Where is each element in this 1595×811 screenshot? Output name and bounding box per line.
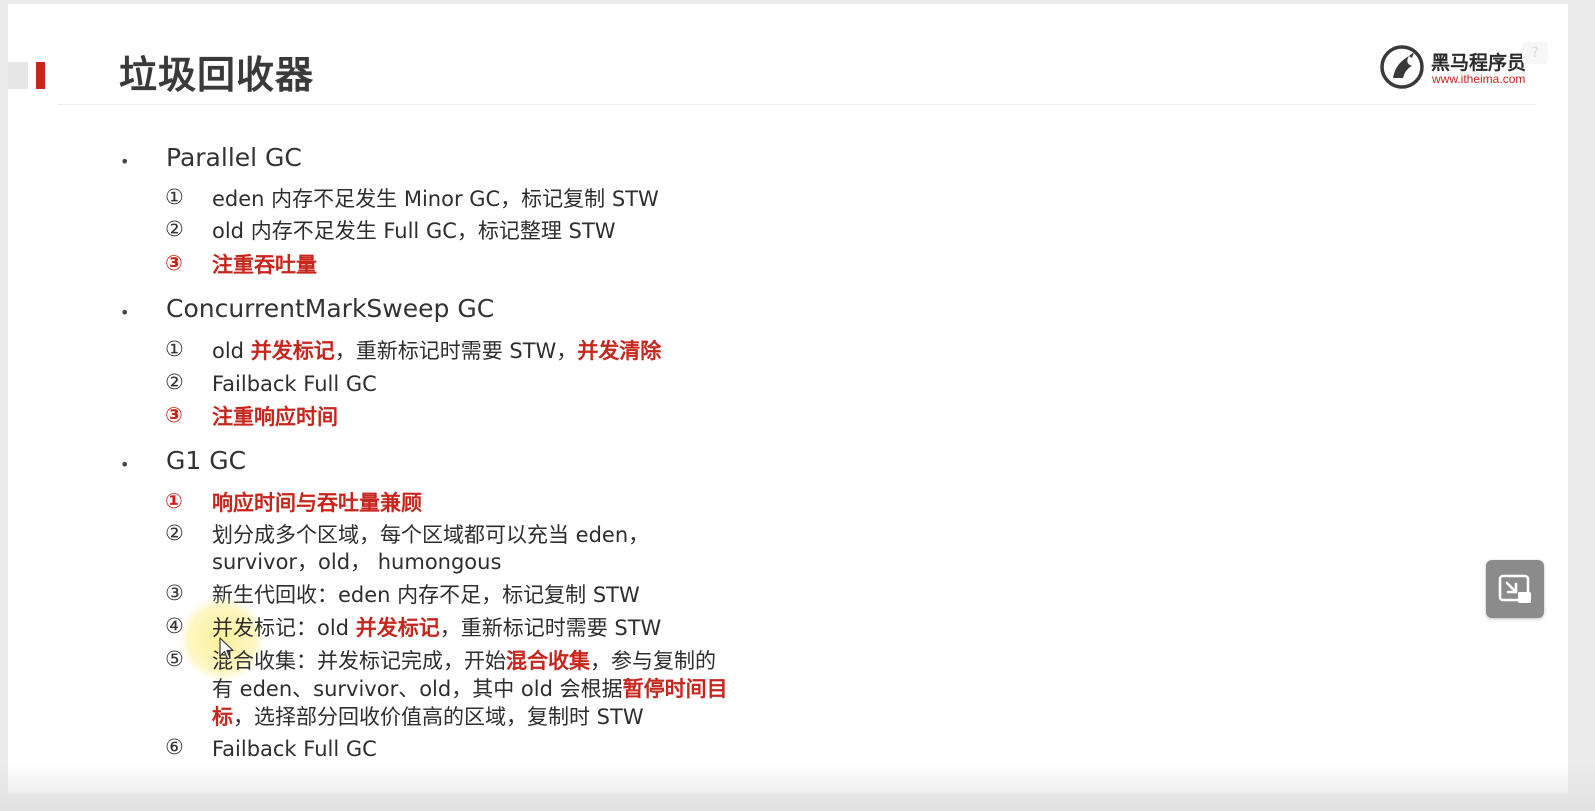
section-title-cms: ConcurrentMarkSweep GC — [166, 294, 495, 323]
item-text: Failback Full GC — [212, 737, 377, 761]
item-number: ③ — [165, 403, 183, 427]
page-title: 垃圾回收器 — [119, 53, 315, 97]
text-run: 并发标记：old — [212, 616, 356, 640]
brand-logo: 黑马程序员 www.itheima.com — [1379, 44, 1544, 92]
item-number: ② — [165, 370, 184, 394]
text-run: old — [212, 339, 251, 363]
item-number: ⑥ — [165, 735, 184, 759]
item-text: Failback Full GC — [212, 372, 377, 396]
title-accent-bar — [36, 62, 45, 89]
item-text: eden 内存不足发生 Minor GC，标记复制 STW — [212, 187, 659, 211]
minimize-window-icon — [1498, 574, 1531, 603]
item-text: 划分成多个区域，每个区域都可以充当 eden， — [212, 523, 650, 547]
slide: 垃圾回收器 黑马程序员 www.itheima.com ? • Parallel… — [8, 4, 1568, 794]
text-run: ，选择部分回收价值高的区域，复制时 STW — [233, 705, 644, 729]
item-text: 混合收集：并发标记完成，开始混合收集，参与复制的 — [212, 647, 716, 675]
item-number: ① — [165, 337, 184, 361]
bullet-icon: • — [120, 303, 130, 322]
section-title-parallel: Parallel GC — [166, 143, 302, 172]
text-run: ，参与复制的 — [590, 649, 716, 673]
text-run: ，重新标记时需要 STW — [439, 616, 662, 640]
item-number: ③ — [165, 251, 183, 275]
item-text-highlight: 注重响应时间 — [212, 405, 338, 429]
text-run-highlight: 混合收集 — [506, 649, 590, 673]
item-text: 并发标记：old 并发标记，重新标记时需要 STW — [212, 614, 661, 642]
text-run-highlight: 并发标记 — [355, 616, 440, 640]
section-title-g1: G1 GC — [166, 446, 247, 475]
horse-logo-icon — [1380, 45, 1424, 89]
item-number: ① — [165, 185, 184, 209]
text-run-highlight: 并发清除 — [577, 339, 662, 363]
item-text: 标，选择部分回收价值高的区域，复制时 STW — [212, 703, 644, 731]
item-text: 有 eden、survivor、old，其中 old 会根据暂停时间目 — [212, 675, 728, 703]
text-run: 有 eden、survivor、old，其中 old 会根据 — [212, 677, 623, 701]
exit-fullscreen-button[interactable] — [1486, 560, 1544, 618]
text-run-highlight: 并发标记 — [250, 339, 335, 363]
item-text: old 并发标记，重新标记时需要 STW，并发清除 — [212, 337, 661, 365]
item-number: ② — [165, 521, 184, 545]
item-text-highlight: 响应时间与吞吐量兼顾 — [212, 491, 422, 515]
item-text: 新生代回收：eden 内存不足，标记复制 STW — [212, 583, 640, 607]
bullet-icon: • — [120, 455, 130, 474]
text-run: ，重新标记时需要 STW， — [334, 339, 578, 363]
brand-name: 黑马程序员 — [1431, 52, 1527, 74]
text-run: 混合收集：并发标记完成，开始 — [212, 649, 506, 673]
bullet-icon: • — [120, 152, 130, 171]
item-text-highlight: 注重吞吐量 — [212, 253, 317, 277]
text-run-highlight: 标 — [212, 705, 233, 729]
title-divider — [58, 104, 1536, 105]
item-number: ② — [165, 217, 184, 241]
item-text: survivor，old， humongous — [212, 550, 502, 574]
help-badge[interactable]: ? — [1522, 42, 1548, 64]
text-run-highlight: 暂停时间目 — [622, 677, 728, 701]
brand-url: www.itheima.com — [1432, 72, 1526, 86]
item-text: old 内存不足发生 Full GC，标记整理 STW — [212, 219, 616, 243]
item-number: ⑤ — [165, 647, 184, 671]
left-gray-strip — [8, 62, 28, 89]
item-number: ④ — [165, 614, 184, 638]
item-number: ③ — [165, 581, 184, 605]
item-number: ① — [165, 489, 183, 513]
